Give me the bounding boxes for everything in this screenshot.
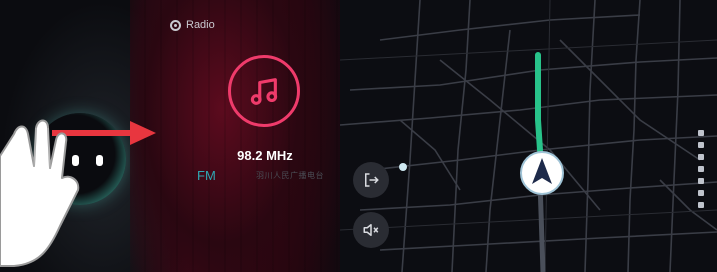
curtain-texture: [130, 0, 360, 272]
radio-panel: [130, 0, 360, 272]
screen: Radio 98.2 MHz FM 羽川人民广播电台: [0, 0, 717, 272]
mute-icon: [363, 224, 379, 236]
status-icon: [698, 166, 704, 172]
radio-header: Radio: [170, 19, 215, 31]
exit-icon: [365, 173, 379, 187]
frequency-label: 98.2 MHz: [237, 148, 293, 163]
navigation-map[interactable]: [340, 0, 717, 272]
mute-button[interactable]: [353, 212, 389, 248]
hand-gesture-icon: [0, 119, 80, 267]
radio-icon: [170, 19, 181, 31]
poi-dot: [399, 163, 407, 171]
exit-button[interactable]: [353, 162, 389, 198]
navigation-arrow-icon: [520, 151, 564, 195]
map-roads: [340, 0, 717, 272]
band-label[interactable]: FM: [197, 168, 216, 183]
music-note-icon: [250, 78, 278, 105]
radio-title: Radio: [186, 19, 215, 31]
station-name: 羽川人民广播电台: [256, 171, 324, 180]
status-icon: [698, 130, 704, 136]
status-icons: [695, 130, 707, 208]
status-icon: [698, 142, 704, 148]
status-icon: [698, 202, 704, 208]
status-icon: [698, 178, 704, 184]
music-button[interactable]: [228, 55, 300, 127]
status-icon: [698, 154, 704, 160]
status-icon: [698, 190, 704, 196]
